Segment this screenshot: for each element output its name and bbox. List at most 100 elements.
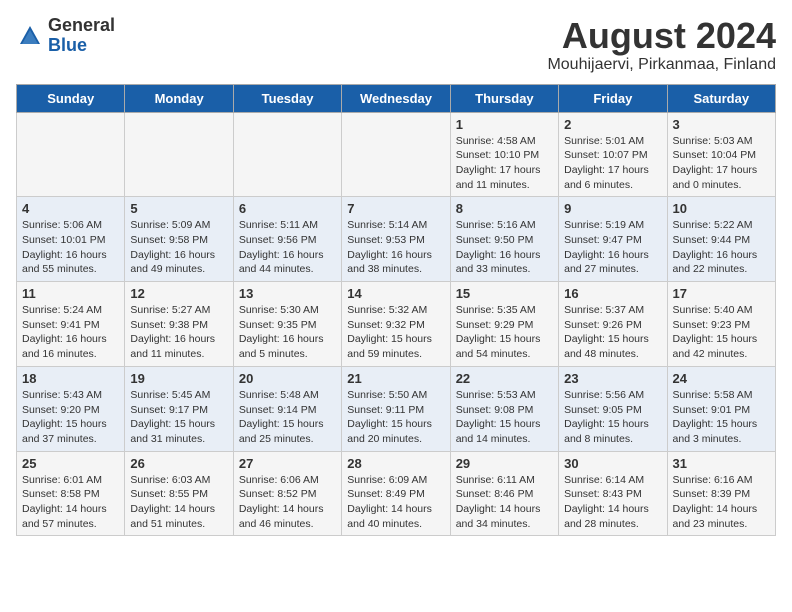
- day-number: 30: [564, 456, 661, 471]
- day-info: Sunrise: 5:09 AM Sunset: 9:58 PM Dayligh…: [130, 218, 227, 277]
- day-number: 20: [239, 371, 336, 386]
- day-info: Sunrise: 5:37 AM Sunset: 9:26 PM Dayligh…: [564, 303, 661, 362]
- day-info: Sunrise: 5:27 AM Sunset: 9:38 PM Dayligh…: [130, 303, 227, 362]
- day-info: Sunrise: 5:45 AM Sunset: 9:17 PM Dayligh…: [130, 388, 227, 447]
- day-number: 11: [22, 286, 119, 301]
- calendar-cell: 8 Sunrise: 5:16 AM Sunset: 9:50 PM Daylig…: [450, 197, 558, 282]
- day-info: Sunrise: 5:40 AM Sunset: 9:23 PM Dayligh…: [673, 303, 770, 362]
- calendar-cell: 17 Sunrise: 5:40 AM Sunset: 9:23 PM Dayli…: [667, 282, 775, 367]
- day-number: 13: [239, 286, 336, 301]
- day-number: 1: [456, 117, 553, 132]
- day-number: 4: [22, 201, 119, 216]
- day-info: Sunrise: 4:58 AM Sunset: 10:10 PM Daylig…: [456, 134, 553, 193]
- calendar-cell: 7 Sunrise: 5:14 AM Sunset: 9:53 PM Daylig…: [342, 197, 450, 282]
- day-number: 23: [564, 371, 661, 386]
- calendar-cell: [125, 112, 233, 197]
- day-number: 8: [456, 201, 553, 216]
- day-info: Sunrise: 5:30 AM Sunset: 9:35 PM Dayligh…: [239, 303, 336, 362]
- calendar-cell: 31 Sunrise: 6:16 AM Sunset: 8:39 PM Dayli…: [667, 451, 775, 536]
- calendar-cell: 20Sunrise: 5:48 AM Sunset: 9:14 PM Dayli…: [233, 366, 341, 451]
- day-info: Sunrise: 6:11 AM Sunset: 8:46 PM Dayligh…: [456, 473, 553, 532]
- calendar-cell: 24 Sunrise: 5:58 AM Sunset: 9:01 PM Dayli…: [667, 366, 775, 451]
- calendar-cell: 15Sunrise: 5:35 AM Sunset: 9:29 PM Dayli…: [450, 282, 558, 367]
- title-block: August 2024 Mouhijaervi, Pirkanmaa, Finl…: [547, 16, 776, 74]
- day-number: 28: [347, 456, 444, 471]
- day-number: 6: [239, 201, 336, 216]
- day-number: 24: [673, 371, 770, 386]
- calendar-cell: [233, 112, 341, 197]
- weekday-header: Thursday: [450, 84, 558, 112]
- day-info: Sunrise: 5:53 AM Sunset: 9:08 PM Dayligh…: [456, 388, 553, 447]
- calendar-cell: 6 Sunrise: 5:11 AM Sunset: 9:56 PM Daylig…: [233, 197, 341, 282]
- weekday-header: Saturday: [667, 84, 775, 112]
- calendar-cell: 2Sunrise: 5:01 AM Sunset: 10:07 PM Dayli…: [559, 112, 667, 197]
- logo-icon: [16, 22, 44, 50]
- day-number: 17: [673, 286, 770, 301]
- calendar-cell: 1 Sunrise: 4:58 AM Sunset: 10:10 PM Dayli…: [450, 112, 558, 197]
- day-number: 31: [673, 456, 770, 471]
- page-subtitle: Mouhijaervi, Pirkanmaa, Finland: [547, 56, 776, 74]
- day-number: 14: [347, 286, 444, 301]
- day-number: 26: [130, 456, 227, 471]
- day-info: Sunrise: 5:06 AM Sunset: 10:01 PM Daylig…: [22, 218, 119, 277]
- day-number: 25: [22, 456, 119, 471]
- day-number: 3: [673, 117, 770, 132]
- day-info: Sunrise: 5:03 AM Sunset: 10:04 PM Daylig…: [673, 134, 770, 193]
- day-number: 27: [239, 456, 336, 471]
- day-info: Sunrise: 5:11 AM Sunset: 9:56 PM Dayligh…: [239, 218, 336, 277]
- day-number: 7: [347, 201, 444, 216]
- day-info: Sunrise: 5:14 AM Sunset: 9:53 PM Dayligh…: [347, 218, 444, 277]
- day-info: Sunrise: 5:58 AM Sunset: 9:01 PM Dayligh…: [673, 388, 770, 447]
- calendar-cell: 30 Sunrise: 6:14 AM Sunset: 8:43 PM Dayli…: [559, 451, 667, 536]
- weekday-header: Monday: [125, 84, 233, 112]
- calendar-cell: 16 Sunrise: 5:37 AM Sunset: 9:26 PM Dayli…: [559, 282, 667, 367]
- day-info: Sunrise: 6:16 AM Sunset: 8:39 PM Dayligh…: [673, 473, 770, 532]
- calendar-week-row: 4 Sunrise: 5:06 AM Sunset: 10:01 PM Dayli…: [17, 197, 776, 282]
- weekday-header: Friday: [559, 84, 667, 112]
- page-header: General Blue August 2024 Mouhijaervi, Pi…: [16, 16, 776, 74]
- calendar-cell: 13 Sunrise: 5:30 AM Sunset: 9:35 PM Dayli…: [233, 282, 341, 367]
- weekday-header: Wednesday: [342, 84, 450, 112]
- calendar-cell: 28 Sunrise: 6:09 AM Sunset: 8:49 PM Dayli…: [342, 451, 450, 536]
- logo-text: General Blue: [48, 16, 115, 56]
- calendar-cell: [342, 112, 450, 197]
- calendar-cell: 12 Sunrise: 5:27 AM Sunset: 9:38 PM Dayli…: [125, 282, 233, 367]
- calendar-cell: 22Sunrise: 5:53 AM Sunset: 9:08 PM Dayli…: [450, 366, 558, 451]
- calendar-cell: 4 Sunrise: 5:06 AM Sunset: 10:01 PM Dayli…: [17, 197, 125, 282]
- calendar-cell: 19Sunrise: 5:45 AM Sunset: 9:17 PM Dayli…: [125, 366, 233, 451]
- day-number: 18: [22, 371, 119, 386]
- day-info: Sunrise: 5:24 AM Sunset: 9:41 PM Dayligh…: [22, 303, 119, 362]
- day-number: 2: [564, 117, 661, 132]
- day-info: Sunrise: 5:35 AM Sunset: 9:29 PM Dayligh…: [456, 303, 553, 362]
- weekday-header-row: SundayMondayTuesdayWednesdayThursdayFrid…: [17, 84, 776, 112]
- day-number: 16: [564, 286, 661, 301]
- calendar-week-row: 11 Sunrise: 5:24 AM Sunset: 9:41 PM Dayli…: [17, 282, 776, 367]
- calendar-cell: 27Sunrise: 6:06 AM Sunset: 8:52 PM Dayli…: [233, 451, 341, 536]
- calendar-cell: 3 Sunrise: 5:03 AM Sunset: 10:04 PM Dayli…: [667, 112, 775, 197]
- calendar-cell: 9Sunrise: 5:19 AM Sunset: 9:47 PM Daylig…: [559, 197, 667, 282]
- calendar-table: SundayMondayTuesdayWednesdayThursdayFrid…: [16, 84, 776, 537]
- day-info: Sunrise: 5:43 AM Sunset: 9:20 PM Dayligh…: [22, 388, 119, 447]
- day-info: Sunrise: 6:14 AM Sunset: 8:43 PM Dayligh…: [564, 473, 661, 532]
- weekday-header: Sunday: [17, 84, 125, 112]
- page-title: August 2024: [547, 16, 776, 56]
- calendar-cell: 10 Sunrise: 5:22 AM Sunset: 9:44 PM Dayli…: [667, 197, 775, 282]
- weekday-header: Tuesday: [233, 84, 341, 112]
- calendar-cell: [17, 112, 125, 197]
- calendar-week-row: 25 Sunrise: 6:01 AM Sunset: 8:58 PM Dayli…: [17, 451, 776, 536]
- calendar-cell: 25 Sunrise: 6:01 AM Sunset: 8:58 PM Dayli…: [17, 451, 125, 536]
- day-number: 10: [673, 201, 770, 216]
- calendar-cell: 26Sunrise: 6:03 AM Sunset: 8:55 PM Dayli…: [125, 451, 233, 536]
- day-info: Sunrise: 5:50 AM Sunset: 9:11 PM Dayligh…: [347, 388, 444, 447]
- day-info: Sunrise: 5:56 AM Sunset: 9:05 PM Dayligh…: [564, 388, 661, 447]
- day-info: Sunrise: 5:32 AM Sunset: 9:32 PM Dayligh…: [347, 303, 444, 362]
- calendar-cell: 5Sunrise: 5:09 AM Sunset: 9:58 PM Daylig…: [125, 197, 233, 282]
- calendar-cell: 23 Sunrise: 5:56 AM Sunset: 9:05 PM Dayli…: [559, 366, 667, 451]
- day-info: Sunrise: 5:16 AM Sunset: 9:50 PM Dayligh…: [456, 218, 553, 277]
- day-info: Sunrise: 5:22 AM Sunset: 9:44 PM Dayligh…: [673, 218, 770, 277]
- day-info: Sunrise: 6:01 AM Sunset: 8:58 PM Dayligh…: [22, 473, 119, 532]
- day-info: Sunrise: 6:09 AM Sunset: 8:49 PM Dayligh…: [347, 473, 444, 532]
- calendar-cell: 18 Sunrise: 5:43 AM Sunset: 9:20 PM Dayli…: [17, 366, 125, 451]
- day-number: 9: [564, 201, 661, 216]
- day-number: 12: [130, 286, 227, 301]
